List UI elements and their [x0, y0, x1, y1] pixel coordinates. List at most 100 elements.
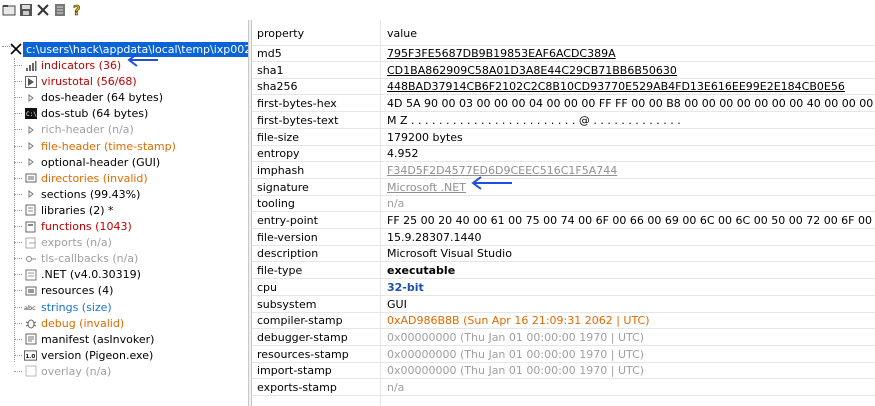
grid-row[interactable]: import-stamp 0x00000000 (Thu Jan 01 00:00… [252, 363, 875, 380]
property-cell: imphash [257, 163, 305, 177]
tree-item-label: manifest (asInvoker) [41, 332, 155, 346]
property-cell: compiler-stamp [257, 314, 343, 328]
tree-item[interactable]: 1.0 version (Pigeon.exe) [14, 348, 153, 363]
strings-icon: abc [24, 301, 37, 314]
tree-branch-line [14, 354, 22, 356]
tree-item[interactable]: sections (99.43%) [14, 187, 140, 202]
grid-row[interactable]: first-bytes-hex 4D 5A 90 00 03 00 00 00 0… [252, 96, 875, 113]
tree-branch-line [14, 242, 22, 244]
version-icon: 1.0 [24, 349, 37, 362]
grid-row[interactable]: tooling n/a [252, 196, 875, 213]
grid-row[interactable]: sha1 CD1BA862909C58A01D3A8E44C29CB71BB6B5… [252, 63, 875, 79]
grid-row[interactable]: imphash F34D5F2D4577ED6D9CEEC516C1F5A744 [252, 163, 875, 179]
tree-item[interactable]: rich-header (n/a) [14, 122, 134, 137]
column-header-property[interactable]: property [257, 22, 304, 46]
grid-row[interactable]: description Microsoft Visual Studio [252, 246, 875, 263]
tree-item-label: tls-callbacks (n/a) [41, 252, 139, 266]
grid-row[interactable]: entry-point FF 25 00 20 40 00 61 00 75 00… [252, 213, 875, 229]
value-cell: FF 25 00 20 40 00 61 00 75 00 74 00 6F 0… [387, 214, 875, 227]
column-header-value[interactable]: value [387, 22, 417, 46]
tree-item-label: resources (4) [41, 284, 114, 298]
grid-row[interactable]: entropy 4.952 [252, 146, 875, 163]
list-icon[interactable] [52, 2, 68, 18]
value-cell: 0x00000000 (Thu Jan 01 00:00:00 1970 | U… [387, 330, 645, 344]
tree-item-label: functions (1043) [41, 220, 132, 233]
value-cell: 179200 bytes [387, 130, 463, 144]
property-cell: file-size [257, 130, 300, 144]
tree-item[interactable]: dos-header (64 bytes) [14, 90, 163, 105]
open-icon[interactable] [1, 2, 17, 18]
expand-triangle-icon[interactable] [24, 188, 37, 201]
tree-item[interactable]: virustotal (56/68) [14, 74, 137, 89]
grid-row[interactable]: file-version 15.9.28307.1440 [252, 230, 875, 246]
grid-row[interactable]: md5 795F3FE5687DB9B19853EAF6ACDC389A [252, 46, 875, 62]
expand-triangle-icon[interactable] [24, 140, 37, 153]
tree-item[interactable]: file-header (time-stamp) [14, 139, 176, 154]
grid-row[interactable]: resources-stamp 0x00000000 (Thu Jan 01 00… [252, 347, 875, 363]
value-cell[interactable]: 795F3FE5687DB9B19853EAF6ACDC389A [387, 46, 616, 62]
grid-row[interactable]: subsystem GUI [252, 297, 875, 313]
annotation-arrow-virustotal [127, 53, 158, 67]
property-cell: md5 [257, 47, 282, 60]
tree-item[interactable]: .NET (v4.0.30319) [14, 267, 141, 282]
tree-item[interactable]: overlay (n/a) [14, 364, 111, 379]
grid-row[interactable]: cpu 32-bit [252, 280, 875, 296]
property-cell: file-type [257, 264, 303, 278]
grid-row[interactable]: file-type executable [252, 263, 875, 280]
grid-row[interactable]: first-bytes-text M Z . . . . . . . . . . … [252, 113, 875, 129]
tree-branch-line [14, 145, 22, 147]
console-icon: C:\ [24, 107, 37, 120]
property-cell: signature [257, 180, 309, 194]
tree-item[interactable]: tls-callbacks (n/a) [14, 251, 138, 266]
save-icon[interactable] [18, 2, 34, 18]
grid-row[interactable]: signature Microsoft .NET [252, 180, 875, 196]
grid-row[interactable]: file-size 179200 bytes [252, 130, 875, 146]
value-cell[interactable]: 448BAD37914CB6F2102C2C8B10CD93770E529AB4… [387, 79, 845, 95]
property-cell: sha256 [257, 80, 298, 94]
tree-item[interactable]: indicators (36) [14, 58, 121, 73]
tree-item-label: virustotal (56/68) [41, 75, 137, 89]
tls-icon [24, 252, 37, 265]
tree-item[interactable]: debug (invalid) [14, 316, 124, 331]
tree-item-label: libraries (2) * [41, 203, 114, 217]
tree-item[interactable]: libraries (2) * [14, 203, 114, 218]
tree-item[interactable]: optional-header (GUI) [14, 155, 160, 170]
value-cell: executable [387, 264, 456, 278]
tree-branch-line [14, 370, 22, 372]
value-cell: n/a [387, 197, 405, 211]
grid-row[interactable]: debugger-stamp 0x00000000 (Thu Jan 01 00:… [252, 330, 875, 346]
tree-branch-line [14, 113, 22, 115]
toolbar: ? [0, 0, 875, 20]
tree-item-label: .NET (v4.0.30319) [41, 268, 141, 282]
grid-row[interactable]: compiler-stamp 0xAD986B8B (Sun Apr 16 21:… [252, 313, 875, 330]
grid-row[interactable]: sha256 448BAD37914CB6F2102C2C8B10CD93770E… [252, 79, 875, 96]
tree-item-label: dos-stub (64 bytes) [41, 107, 149, 121]
tree-branch-line [14, 81, 22, 83]
property-cell: description [257, 247, 319, 261]
grid-row[interactable]: exports-stamp n/a [252, 380, 875, 396]
help-icon[interactable]: ? [69, 2, 85, 18]
tree-item[interactable]: C:\ dos-stub (64 bytes) [14, 106, 148, 121]
expand-triangle-icon[interactable] [24, 123, 37, 136]
tree-item[interactable]: directories (invalid) [14, 171, 148, 186]
value-cell[interactable]: Microsoft .NET [387, 180, 466, 196]
tree-branch-line [14, 322, 22, 324]
value-cell: 0x00000000 (Thu Jan 01 00:00:00 1970 | U… [387, 347, 645, 361]
value-cell: GUI [387, 297, 407, 311]
tree-item[interactable]: functions (1043) [14, 219, 132, 234]
tree-branch-line [14, 274, 22, 276]
dotnet-icon [24, 268, 37, 281]
tree-item-label: indicators (36) [41, 59, 122, 72]
tree-item[interactable]: manifest (asInvoker) [14, 332, 154, 347]
property-cell: cpu [257, 280, 278, 294]
value-cell: Microsoft Visual Studio [387, 247, 512, 261]
clear-icon[interactable] [35, 2, 51, 18]
expand-triangle-icon[interactable] [24, 91, 37, 104]
tree-item[interactable]: resources (4) [14, 283, 113, 298]
expand-triangle-icon[interactable] [24, 156, 37, 169]
property-cell: exports-stamp [257, 381, 337, 394]
svg-text:C:\: C:\ [26, 111, 37, 118]
value-cell[interactable]: CD1BA862909C58A01D3A8E44C29CB71BB6B50630 [387, 63, 677, 79]
tree-item[interactable]: abc strings (size) [14, 300, 112, 315]
tree-item[interactable]: exports (n/a) [14, 235, 112, 250]
